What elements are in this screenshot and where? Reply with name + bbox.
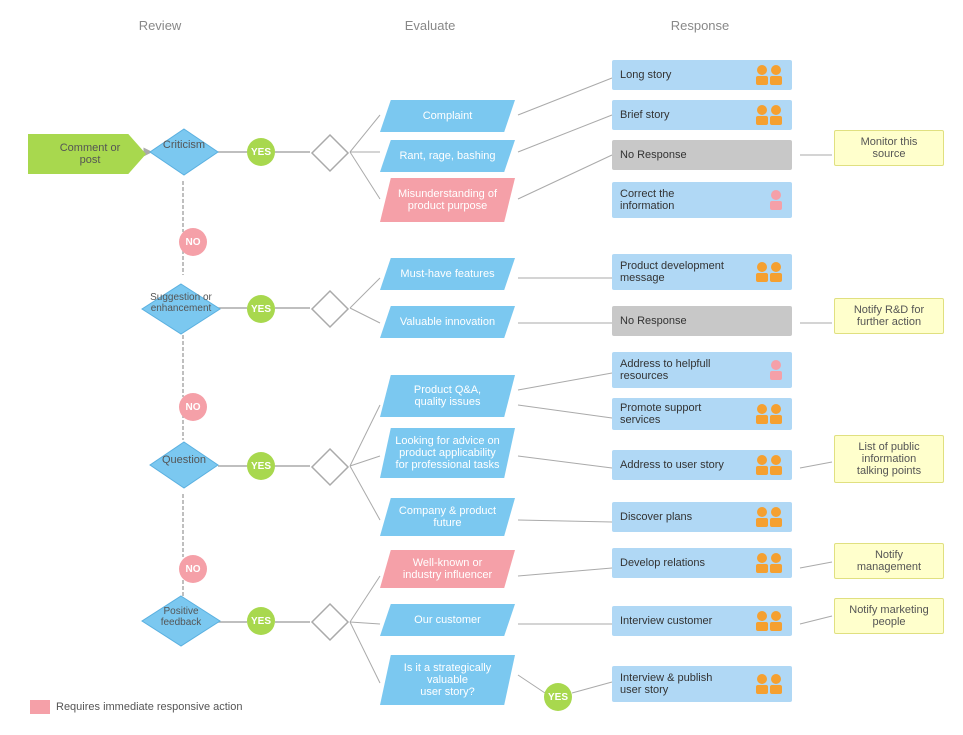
yes-circle-1: YES xyxy=(247,138,275,166)
resp-long-story-icons xyxy=(754,64,784,86)
resp-interview-publish: Interview & publishuser story xyxy=(612,666,792,702)
resp-brief-story-label: Brief story xyxy=(620,109,670,121)
resp-brief-story: Brief story xyxy=(612,100,792,130)
resp-no-response-2-label: No Response xyxy=(620,315,687,327)
resp-correct-info: Correct theinformation xyxy=(612,182,792,218)
resp-discover-plans-label: Discover plans xyxy=(620,511,692,523)
note-notify-marketing: Notify marketingpeople xyxy=(834,598,944,634)
eval-must-have: Must-have features xyxy=(380,258,515,290)
resp-interview-customer: Interview customer xyxy=(612,606,792,636)
resp-correct-info-icons xyxy=(768,189,784,211)
diamond-positive: Positivefeedback xyxy=(140,594,222,648)
resp-address-helpful-label: Address to helpfullresources xyxy=(620,358,711,382)
small-diamond-3 xyxy=(310,447,350,487)
note-notify-mgmt: Notifymanagement xyxy=(834,543,944,579)
eval-misunderstanding: Misunderstanding ofproduct purpose xyxy=(380,178,515,222)
legend-label: Requires immediate responsive action xyxy=(56,701,242,713)
eval-company: Company & productfuture xyxy=(380,498,515,536)
eval-valuable: Valuable innovation xyxy=(380,306,515,338)
yes-circle-5: YES xyxy=(544,683,572,711)
small-diamond-1 xyxy=(310,133,350,173)
note-monitor: Monitor thissource xyxy=(834,130,944,166)
resp-long-story: Long story xyxy=(612,60,792,90)
resp-interview-customer-label: Interview customer xyxy=(620,615,712,627)
resp-interview-customer-icons xyxy=(754,610,784,632)
resp-promote-support-label: Promote supportservices xyxy=(620,402,701,426)
header-review: Review xyxy=(100,18,220,33)
resp-promote-support: Promote supportservices xyxy=(612,398,792,430)
diamond-suggestion: Suggestion orenhancement xyxy=(140,282,222,336)
resp-long-story-label: Long story xyxy=(620,69,671,81)
resp-interview-publish-label: Interview & publishuser story xyxy=(620,672,712,696)
resp-brief-story-icons xyxy=(754,104,784,126)
eval-our-customer: Our customer xyxy=(380,604,515,636)
resp-product-dev: Product developmentmessage xyxy=(612,254,792,290)
eval-rant: Rant, rage, bashing xyxy=(380,140,515,172)
eval-looking: Looking for advice onproduct applicabili… xyxy=(380,428,515,478)
legend: Requires immediate responsive action xyxy=(30,700,242,714)
eval-complaint: Complaint xyxy=(380,100,515,132)
entry-label: Comment or post xyxy=(60,142,121,166)
diamond-question: Question xyxy=(148,440,220,490)
legend-color xyxy=(30,700,50,714)
eval-strategic: Is it a strategicallyvaluableuser story? xyxy=(380,655,515,705)
resp-correct-info-label: Correct theinformation xyxy=(620,188,674,212)
yes-circle-2: YES xyxy=(247,295,275,323)
resp-no-response-2: No Response xyxy=(612,306,792,336)
resp-develop-relations: Develop relations xyxy=(612,548,792,578)
resp-address-user-label: Address to user story xyxy=(620,459,724,471)
resp-product-dev-icons xyxy=(754,261,784,283)
yes-circle-4: YES xyxy=(247,607,275,635)
diagram: Review Evaluate Response xyxy=(0,0,963,735)
header-response: Response xyxy=(640,18,760,33)
header-evaluate: Evaluate xyxy=(370,18,490,33)
small-diamond-4 xyxy=(310,602,350,642)
resp-address-user-icons xyxy=(754,454,784,476)
no-circle-3: NO xyxy=(179,555,207,583)
yes-circle-3: YES xyxy=(247,452,275,480)
resp-promote-support-icons xyxy=(754,403,784,425)
no-circle-1: NO xyxy=(179,228,207,256)
resp-product-dev-label: Product developmentmessage xyxy=(620,260,724,284)
resp-address-user: Address to user story xyxy=(612,450,792,480)
resp-no-response-1-label: No Response xyxy=(620,149,687,161)
eval-product-qa: Product Q&A,quality issues xyxy=(380,375,515,417)
note-list-public: List of publicinformationtalking points xyxy=(834,435,944,483)
resp-develop-relations-label: Develop relations xyxy=(620,557,705,569)
resp-develop-relations-icons xyxy=(754,552,784,574)
resp-discover-plans: Discover plans xyxy=(612,502,792,532)
small-diamond-2 xyxy=(310,289,350,329)
resp-interview-publish-icons xyxy=(754,673,784,695)
diamond-criticism: Criticism xyxy=(148,127,220,177)
entry-node: Comment or post xyxy=(28,134,146,174)
note-notify-rd: Notify R&D forfurther action xyxy=(834,298,944,334)
eval-wellknown: Well-known orindustry influencer xyxy=(380,550,515,588)
resp-discover-plans-icons xyxy=(754,506,784,528)
resp-address-helpful-icons xyxy=(768,359,784,381)
resp-no-response-1: No Response xyxy=(612,140,792,170)
resp-address-helpful: Address to helpfullresources xyxy=(612,352,792,388)
no-circle-2: NO xyxy=(179,393,207,421)
